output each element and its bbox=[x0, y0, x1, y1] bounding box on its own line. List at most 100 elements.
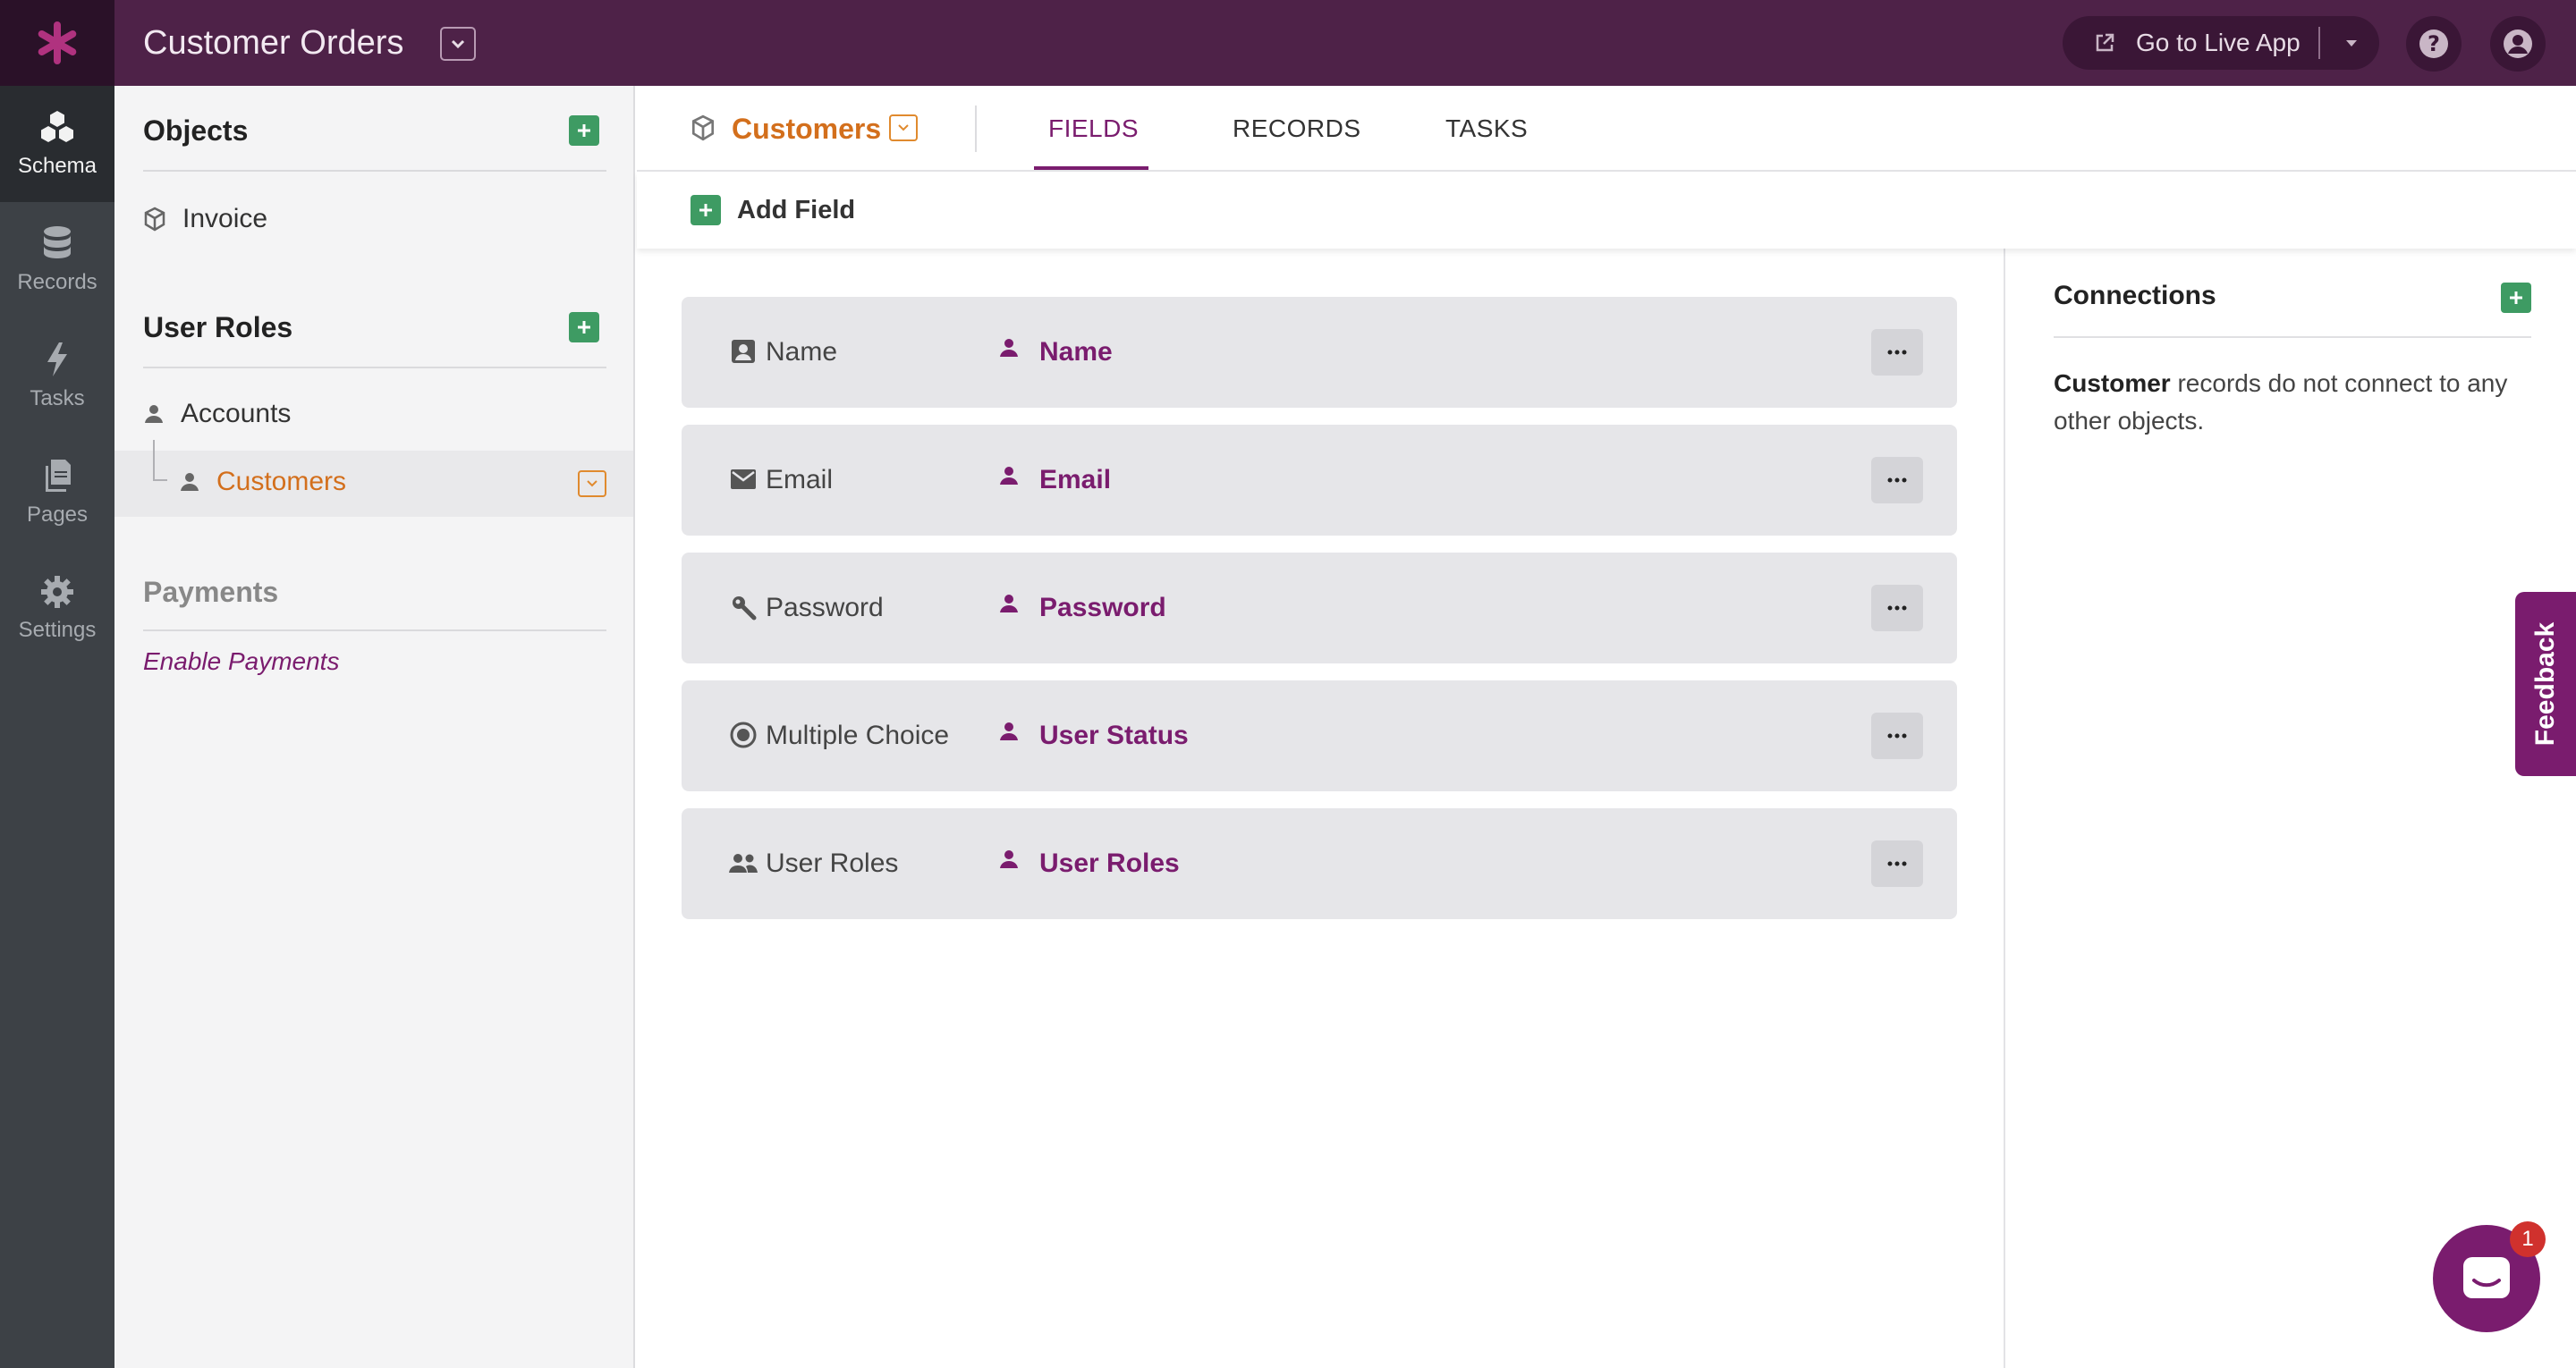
object-item-invoice[interactable]: Invoice bbox=[143, 204, 267, 234]
live-app-dropdown-icon[interactable] bbox=[2343, 38, 2360, 48]
cube-icon bbox=[144, 207, 165, 232]
top-bar: Customer Orders Go to Live App ? bbox=[0, 0, 2576, 86]
plus-icon bbox=[691, 195, 721, 225]
more-icon bbox=[1887, 861, 1907, 866]
field-more-button[interactable] bbox=[1871, 457, 1923, 503]
radio-icon bbox=[728, 720, 758, 750]
field-more-button[interactable] bbox=[1871, 329, 1923, 376]
customers-options-dropdown[interactable] bbox=[578, 470, 606, 497]
svg-text:?: ? bbox=[2428, 31, 2440, 56]
feedback-label: Feedback bbox=[2530, 621, 2560, 747]
button-divider bbox=[2318, 27, 2320, 59]
field-more-button[interactable] bbox=[1871, 585, 1923, 631]
database-icon bbox=[44, 226, 71, 258]
field-row[interactable]: User Roles User Roles bbox=[682, 808, 1957, 919]
app-logo[interactable] bbox=[0, 0, 114, 86]
header-divider bbox=[975, 106, 977, 152]
object-header: Customers FIELDS RECORDS TASKS bbox=[637, 86, 2576, 172]
enable-payments-link[interactable]: Enable Payments bbox=[143, 647, 339, 676]
field-more-button[interactable] bbox=[1871, 713, 1923, 759]
tab-tasks[interactable]: TASKS bbox=[1445, 86, 1528, 172]
field-name[interactable]: Email bbox=[1039, 425, 1111, 536]
pages-icon bbox=[46, 460, 71, 492]
gear-icon bbox=[41, 576, 73, 608]
connections-subject: Customer bbox=[2054, 369, 2171, 397]
unread-count-badge: 1 bbox=[2510, 1221, 2546, 1257]
bolt-icon bbox=[47, 342, 67, 376]
field-name[interactable]: Name bbox=[1039, 297, 1113, 408]
schema-icon bbox=[41, 111, 73, 142]
field-row[interactable]: Password Password bbox=[682, 553, 1957, 663]
fields-list: Name Name Email Email Password Password … bbox=[637, 249, 2004, 1368]
tree-connector bbox=[153, 479, 167, 481]
plus-icon bbox=[578, 124, 590, 137]
more-icon bbox=[1887, 605, 1907, 611]
field-name[interactable]: Password bbox=[1039, 553, 1166, 663]
rail-label-records: Records bbox=[17, 270, 97, 294]
more-icon bbox=[1887, 733, 1907, 739]
user-roles-heading: User Roles bbox=[143, 311, 293, 343]
rail-item-records[interactable]: Records bbox=[0, 202, 114, 318]
object-title[interactable]: Customers bbox=[732, 86, 881, 172]
field-name[interactable]: User Roles bbox=[1039, 808, 1180, 919]
cube-icon bbox=[691, 114, 715, 141]
active-tab-indicator bbox=[1034, 166, 1148, 170]
object-options-dropdown[interactable] bbox=[889, 114, 918, 141]
envelope-icon bbox=[728, 464, 758, 494]
go-to-live-app-label: Go to Live App bbox=[2136, 29, 2301, 56]
add-object-button[interactable] bbox=[569, 115, 599, 146]
connections-empty-message: Customer records do not connect to any o… bbox=[2054, 365, 2537, 440]
rail-label-schema: Schema bbox=[17, 154, 97, 178]
chevron-down-icon bbox=[451, 39, 465, 49]
field-type-label: Password bbox=[766, 593, 884, 622]
more-icon bbox=[1887, 477, 1907, 483]
rail-item-schema[interactable]: Schema bbox=[0, 86, 114, 202]
plus-icon bbox=[578, 321, 590, 334]
field-row[interactable]: Multiple Choice User Status bbox=[682, 680, 1957, 791]
rail-item-tasks[interactable]: Tasks bbox=[0, 318, 114, 435]
role-item-accounts[interactable]: Accounts bbox=[143, 399, 291, 429]
person-icon bbox=[998, 848, 1020, 871]
add-field-label: Add Field bbox=[737, 195, 856, 224]
payments-heading: Payments bbox=[143, 576, 279, 608]
add-connection-button[interactable] bbox=[2501, 283, 2531, 313]
help-icon: ? bbox=[2419, 30, 2448, 58]
feedback-tab[interactable]: Feedback bbox=[2515, 592, 2576, 776]
rail-label-tasks: Tasks bbox=[30, 386, 85, 410]
rail-label-pages: Pages bbox=[26, 502, 89, 527]
person-icon bbox=[998, 464, 1020, 487]
field-type-label: Email bbox=[766, 465, 834, 494]
external-link-icon bbox=[2093, 31, 2120, 55]
fields-toolbar: Add Field bbox=[637, 172, 2576, 249]
divider bbox=[143, 170, 606, 172]
tab-records[interactable]: RECORDS bbox=[1233, 86, 1361, 172]
field-name[interactable]: User Status bbox=[1039, 680, 1189, 791]
add-user-role-button[interactable] bbox=[569, 312, 599, 342]
chat-icon bbox=[2463, 1257, 2510, 1298]
connections-heading: Connections bbox=[2054, 281, 2216, 310]
plus-icon bbox=[2510, 291, 2522, 304]
role-item-label: Customers bbox=[216, 467, 347, 496]
help-button[interactable]: ? bbox=[2406, 16, 2462, 72]
rail-item-settings[interactable]: Settings bbox=[0, 551, 114, 667]
field-more-button[interactable] bbox=[1871, 840, 1923, 887]
person-icon bbox=[181, 473, 199, 491]
rail-label-settings: Settings bbox=[18, 618, 97, 642]
app-menu-dropdown[interactable] bbox=[440, 27, 476, 61]
go-to-live-app-button[interactable]: Go to Live App bbox=[2063, 16, 2379, 70]
rail-item-pages[interactable]: Pages bbox=[0, 435, 114, 551]
field-type-label: Name bbox=[766, 337, 838, 367]
account-button[interactable] bbox=[2490, 16, 2546, 72]
field-type-label: User Roles bbox=[766, 849, 899, 878]
role-item-customers[interactable]: Customers bbox=[179, 467, 346, 497]
contact-card-icon bbox=[728, 336, 758, 367]
user-avatar-icon bbox=[2504, 30, 2532, 58]
objects-heading: Objects bbox=[143, 114, 249, 147]
object-item-label: Invoice bbox=[182, 204, 268, 233]
tab-fields[interactable]: FIELDS bbox=[1048, 86, 1139, 172]
field-row[interactable]: Email Email bbox=[682, 425, 1957, 536]
app-title: Customer Orders bbox=[143, 24, 404, 62]
field-type-label: Multiple Choice bbox=[766, 721, 950, 750]
field-row[interactable]: Name Name bbox=[682, 297, 1957, 408]
add-field-button[interactable]: Add Field bbox=[691, 172, 855, 249]
